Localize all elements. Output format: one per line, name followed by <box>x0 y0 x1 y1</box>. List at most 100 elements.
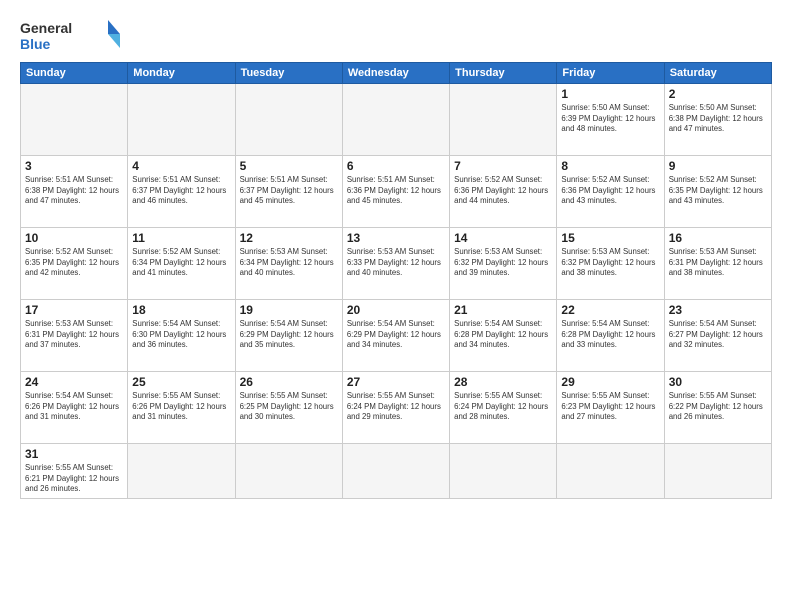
calendar-cell: 6Sunrise: 5:51 AM Sunset: 6:36 PM Daylig… <box>342 156 449 228</box>
day-number: 20 <box>347 303 445 317</box>
day-info: Sunrise: 5:52 AM Sunset: 6:35 PM Dayligh… <box>25 247 123 279</box>
day-number: 23 <box>669 303 767 317</box>
calendar-cell: 10 Sunrise: 5:52 AM Sunset: 6:35 PM Dayli… <box>21 228 128 300</box>
day-info: Sunrise: 5:55 AM Sunset: 6:22 PM Dayligh… <box>669 391 767 423</box>
day-info: Sunrise: 5:55 AM Sunset: 6:25 PM Dayligh… <box>240 391 338 423</box>
day-number: 3 <box>25 159 123 173</box>
day-info: Sunrise: 5:53 AM Sunset: 6:34 PM Dayligh… <box>240 247 338 279</box>
calendar-cell: 17 Sunrise: 5:53 AM Sunset: 6:31 PM Dayli… <box>21 300 128 372</box>
day-info: Sunrise: 5:53 AM Sunset: 6:33 PM Dayligh… <box>347 247 445 279</box>
day-number: 10 <box>25 231 123 245</box>
calendar-cell: 27 Sunrise: 5:55 AM Sunset: 6:24 PM Dayli… <box>342 372 449 444</box>
day-info: Sunrise: 5:54 AM Sunset: 6:29 PM Dayligh… <box>240 319 338 351</box>
day-number: 4 <box>132 159 230 173</box>
day-info: Sunrise: 5:52 AM Sunset: 6:35 PM Dayligh… <box>669 175 767 207</box>
generalblue-logo-icon: General Blue <box>20 16 120 54</box>
header-wednesday: Wednesday <box>342 63 449 84</box>
day-info: Sunrise: 5:54 AM Sunset: 6:29 PM Dayligh… <box>347 319 445 351</box>
page: General Blue Sunday Monday Tuesday Wedne… <box>0 0 792 612</box>
header-monday: Monday <box>128 63 235 84</box>
header-friday: Friday <box>557 63 664 84</box>
day-info: Sunrise: 5:50 AM Sunset: 6:38 PM Dayligh… <box>669 103 767 135</box>
day-number: 18 <box>132 303 230 317</box>
day-info: Sunrise: 5:52 AM Sunset: 6:36 PM Dayligh… <box>561 175 659 207</box>
header-sunday: Sunday <box>21 63 128 84</box>
day-number: 16 <box>669 231 767 245</box>
day-info: Sunrise: 5:51 AM Sunset: 6:37 PM Dayligh… <box>240 175 338 207</box>
calendar-cell: 16Sunrise: 5:53 AM Sunset: 6:31 PM Dayli… <box>664 228 771 300</box>
calendar-cell: 4 Sunrise: 5:51 AM Sunset: 6:37 PM Daylig… <box>128 156 235 228</box>
day-info: Sunrise: 5:53 AM Sunset: 6:31 PM Dayligh… <box>25 319 123 351</box>
day-number: 17 <box>25 303 123 317</box>
day-info: Sunrise: 5:53 AM Sunset: 6:32 PM Dayligh… <box>454 247 552 279</box>
calendar-cell <box>664 444 771 499</box>
day-number: 24 <box>25 375 123 389</box>
calendar-cell: 13 Sunrise: 5:53 AM Sunset: 6:33 PM Dayli… <box>342 228 449 300</box>
day-number: 2 <box>669 87 767 101</box>
calendar-cell <box>128 444 235 499</box>
day-info: Sunrise: 5:54 AM Sunset: 6:27 PM Dayligh… <box>669 319 767 351</box>
day-info: Sunrise: 5:54 AM Sunset: 6:26 PM Dayligh… <box>25 391 123 423</box>
day-number: 9 <box>669 159 767 173</box>
day-info: Sunrise: 5:55 AM Sunset: 6:24 PM Dayligh… <box>347 391 445 423</box>
day-info: Sunrise: 5:54 AM Sunset: 6:28 PM Dayligh… <box>454 319 552 351</box>
calendar-cell: 19 Sunrise: 5:54 AM Sunset: 6:29 PM Dayli… <box>235 300 342 372</box>
calendar-cell: 2 Sunrise: 5:50 AM Sunset: 6:38 PM Daylig… <box>664 84 771 156</box>
calendar-cell: 24 Sunrise: 5:54 AM Sunset: 6:26 PM Dayli… <box>21 372 128 444</box>
calendar-cell: 8Sunrise: 5:52 AM Sunset: 6:36 PM Daylig… <box>557 156 664 228</box>
svg-text:General: General <box>20 20 72 36</box>
day-number: 25 <box>132 375 230 389</box>
calendar-cell <box>342 444 449 499</box>
day-info: Sunrise: 5:51 AM Sunset: 6:38 PM Dayligh… <box>25 175 123 207</box>
calendar-cell: 15Sunrise: 5:53 AM Sunset: 6:32 PM Dayli… <box>557 228 664 300</box>
day-info: Sunrise: 5:50 AM Sunset: 6:39 PM Dayligh… <box>561 103 659 135</box>
day-info: Sunrise: 5:52 AM Sunset: 6:34 PM Dayligh… <box>132 247 230 279</box>
calendar-cell: 25Sunrise: 5:55 AM Sunset: 6:26 PM Dayli… <box>128 372 235 444</box>
day-number: 19 <box>240 303 338 317</box>
calendar-cell: 23 Sunrise: 5:54 AM Sunset: 6:27 PM Dayli… <box>664 300 771 372</box>
day-number: 21 <box>454 303 552 317</box>
calendar-table: Sunday Monday Tuesday Wednesday Thursday… <box>20 62 772 499</box>
day-info: Sunrise: 5:52 AM Sunset: 6:36 PM Dayligh… <box>454 175 552 207</box>
calendar-cell: 3 Sunrise: 5:51 AM Sunset: 6:38 PM Daylig… <box>21 156 128 228</box>
day-info: Sunrise: 5:54 AM Sunset: 6:28 PM Dayligh… <box>561 319 659 351</box>
day-number: 27 <box>347 375 445 389</box>
day-number: 30 <box>669 375 767 389</box>
day-info: Sunrise: 5:51 AM Sunset: 6:37 PM Dayligh… <box>132 175 230 207</box>
day-number: 5 <box>240 159 338 173</box>
calendar-cell: 21 Sunrise: 5:54 AM Sunset: 6:28 PM Dayli… <box>450 300 557 372</box>
header: General Blue <box>20 16 772 54</box>
day-info: Sunrise: 5:53 AM Sunset: 6:32 PM Dayligh… <box>561 247 659 279</box>
calendar-cell: 18Sunrise: 5:54 AM Sunset: 6:30 PM Dayli… <box>128 300 235 372</box>
header-tuesday: Tuesday <box>235 63 342 84</box>
day-number: 14 <box>454 231 552 245</box>
calendar-cell <box>235 444 342 499</box>
calendar-cell: 11 Sunrise: 5:52 AM Sunset: 6:34 PM Dayli… <box>128 228 235 300</box>
calendar-cell: 20 Sunrise: 5:54 AM Sunset: 6:29 PM Dayli… <box>342 300 449 372</box>
calendar-cell <box>557 444 664 499</box>
weekday-header-row: Sunday Monday Tuesday Wednesday Thursday… <box>21 63 772 84</box>
calendar-cell: 7Sunrise: 5:52 AM Sunset: 6:36 PM Daylig… <box>450 156 557 228</box>
day-number: 29 <box>561 375 659 389</box>
header-saturday: Saturday <box>664 63 771 84</box>
calendar-cell: 28Sunrise: 5:55 AM Sunset: 6:24 PM Dayli… <box>450 372 557 444</box>
day-number: 26 <box>240 375 338 389</box>
calendar-cell: 22Sunrise: 5:54 AM Sunset: 6:28 PM Dayli… <box>557 300 664 372</box>
header-thursday: Thursday <box>450 63 557 84</box>
calendar-cell: 26 Sunrise: 5:55 AM Sunset: 6:25 PM Dayli… <box>235 372 342 444</box>
calendar-cell: 31 Sunrise: 5:55 AM Sunset: 6:21 PM Dayli… <box>21 444 128 499</box>
calendar-cell: 29Sunrise: 5:55 AM Sunset: 6:23 PM Dayli… <box>557 372 664 444</box>
day-number: 31 <box>25 447 123 461</box>
day-info: Sunrise: 5:55 AM Sunset: 6:21 PM Dayligh… <box>25 463 123 495</box>
calendar-cell <box>342 84 449 156</box>
calendar-cell <box>450 84 557 156</box>
day-number: 1 <box>561 87 659 101</box>
day-number: 13 <box>347 231 445 245</box>
day-info: Sunrise: 5:55 AM Sunset: 6:24 PM Dayligh… <box>454 391 552 423</box>
svg-text:Blue: Blue <box>20 36 51 52</box>
day-number: 11 <box>132 231 230 245</box>
calendar-cell: 14 Sunrise: 5:53 AM Sunset: 6:32 PM Dayli… <box>450 228 557 300</box>
calendar-cell <box>235 84 342 156</box>
day-number: 6 <box>347 159 445 173</box>
calendar-cell: 12Sunrise: 5:53 AM Sunset: 6:34 PM Dayli… <box>235 228 342 300</box>
